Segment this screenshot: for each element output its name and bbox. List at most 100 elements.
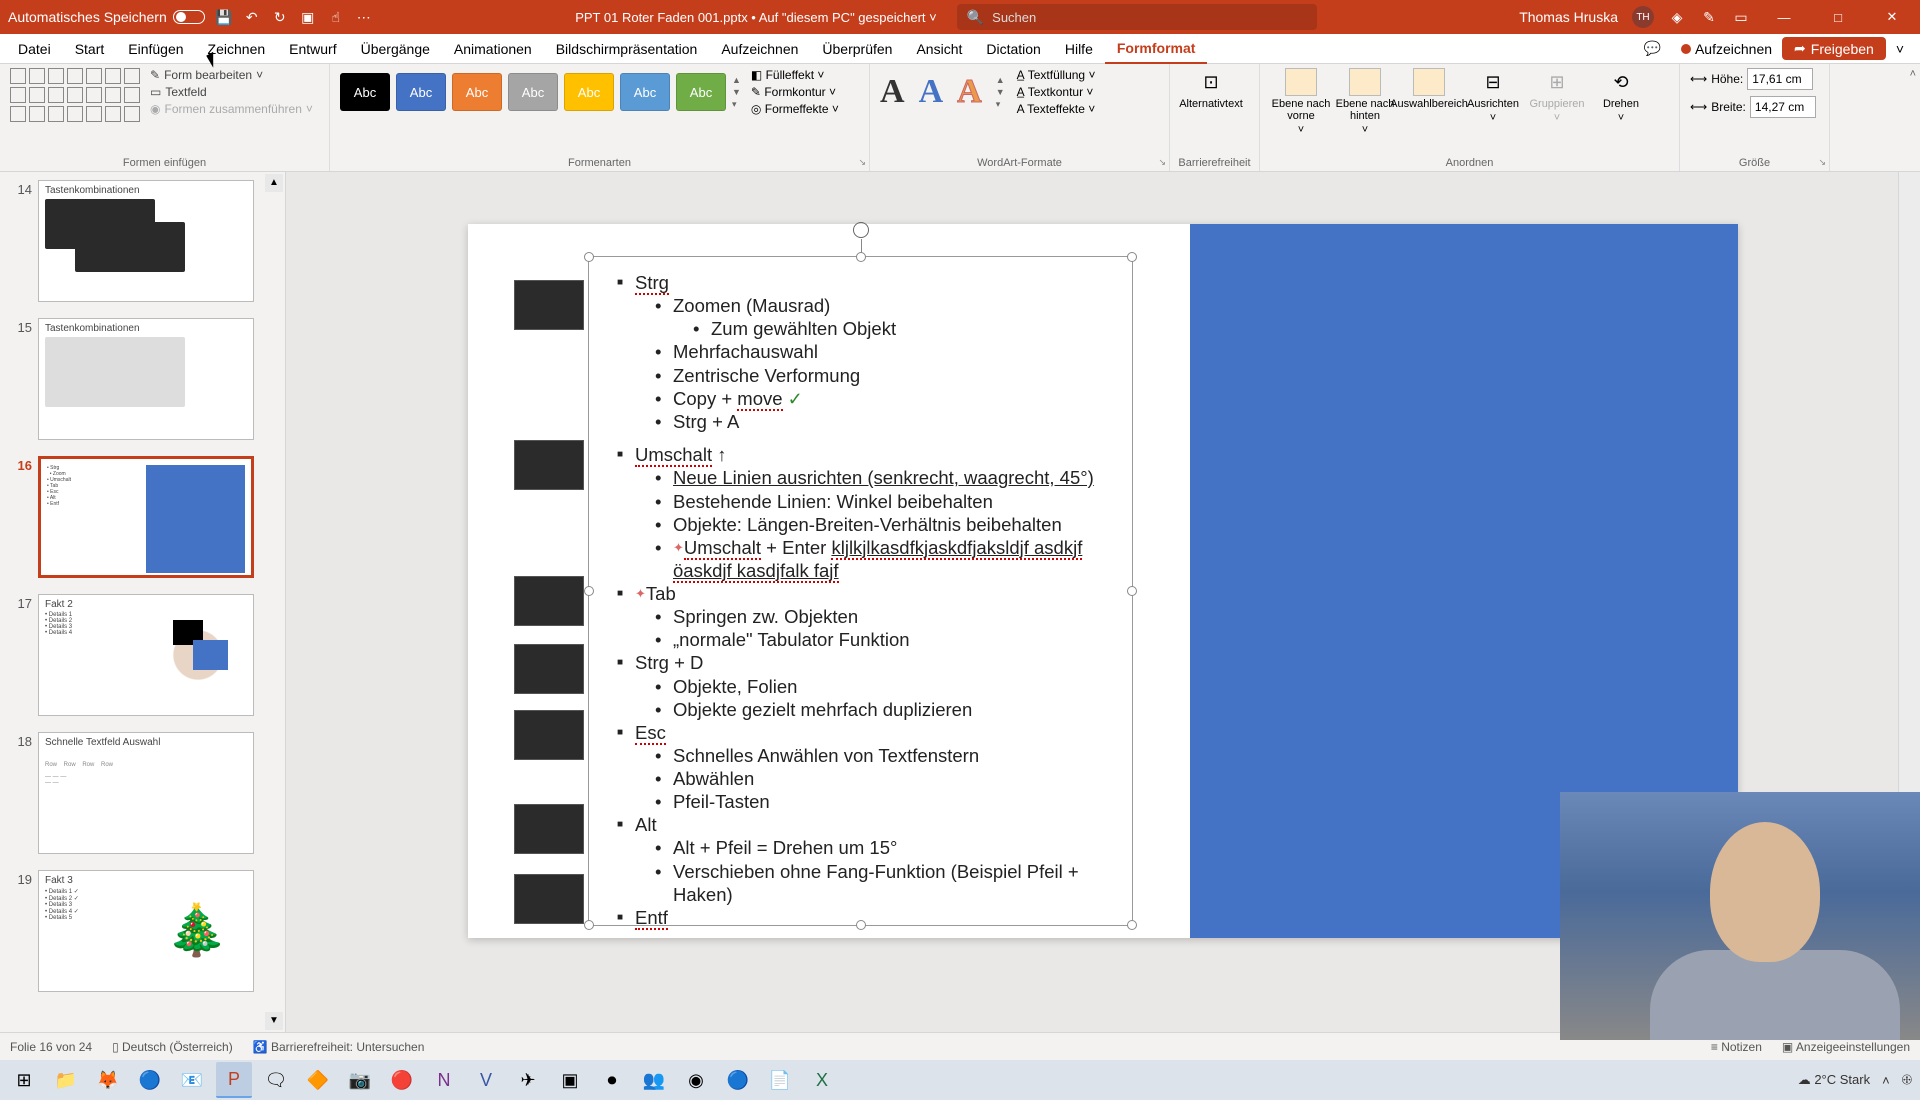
thumbnail-slide-18[interactable]: 18Schnelle Textfeld AuswahlRow Row Row R… [0,728,285,866]
resize-handle[interactable] [1127,920,1137,930]
rotate-button[interactable]: ⟲Drehen˅ [1590,68,1652,136]
tab-ansicht[interactable]: Ansicht [904,34,974,64]
resize-handle[interactable] [584,586,594,596]
touch-icon[interactable]: ☝︎ [327,8,345,26]
autosave-toggle[interactable]: Automatisches Speichern [8,9,205,25]
scroll-up-icon[interactable]: ▲ [265,174,283,192]
display-settings-button[interactable]: ▣ Anzeigeeinstellungen [1782,1040,1910,1054]
maximize-button[interactable]: □ [1818,0,1858,34]
onenote-icon[interactable]: N [426,1062,462,1098]
obs-icon[interactable]: ⏺ [594,1062,630,1098]
thumbnail-slide-16[interactable]: 16• Strg • Zoom• Umschalt• Tab• Esc• Alt… [0,452,285,590]
style-yellow[interactable]: Abc [564,73,614,111]
weather-widget[interactable]: ☁ 2°C Stark [1798,1072,1870,1088]
app-icon[interactable]: 📄 [762,1062,798,1098]
comments-icon[interactable]: 💬 [1634,36,1671,62]
style-orange[interactable]: Abc [452,73,502,111]
notes-button[interactable]: ≡ Notizen [1711,1040,1762,1054]
style-lightblue[interactable]: Abc [620,73,670,111]
app-icon[interactable]: 📷 [342,1062,378,1098]
scroll-down-icon[interactable]: ▼ [265,1012,283,1030]
key-image-shift[interactable] [514,440,584,490]
redo-icon[interactable]: ↻ [271,8,289,26]
expand-icon[interactable]: ↘ [1158,157,1166,168]
telegram-icon[interactable]: ✈ [510,1062,546,1098]
expand-icon[interactable]: ↘ [858,157,866,168]
user-name[interactable]: Thomas Hruska [1519,9,1618,25]
send-backward-button[interactable]: Ebene nach hinten˅ [1334,68,1396,136]
wordart-gallery[interactable]: A A A ▲▼▾ [880,73,1005,111]
thumbnail-slide-17[interactable]: 17Fakt 2• Details 1• Details 2• Details … [0,590,285,728]
resize-handle[interactable] [1127,252,1137,262]
gallery-scroll[interactable]: ▲▼▾ [732,75,741,110]
shape-styles-gallery[interactable]: Abc Abc Abc Abc Abc Abc Abc ▲▼▾ [340,73,741,111]
key-image-keys[interactable] [514,644,584,694]
tab-dictation[interactable]: Dictation [974,34,1052,64]
expand-icon[interactable]: ↘ [1818,157,1826,168]
outlook-icon[interactable]: 📧 [174,1062,210,1098]
text-effects-button[interactable]: A Texteffekte ˅ [1017,102,1096,116]
text-fill-button[interactable]: A̲ Textfüllung ˅ [1017,68,1096,82]
app-icon[interactable]: 🔴 [384,1062,420,1098]
key-image-ctrl[interactable] [514,280,584,330]
system-tray[interactable]: ☁ 2°C Stark ˄ 🕀 [1798,1072,1912,1088]
edit-shape-button[interactable]: ✎ Form bearbeiten ˅ [150,68,313,82]
resize-handle[interactable] [584,920,594,930]
share-button[interactable]: ➦Freigeben [1782,37,1886,60]
powerpoint-icon[interactable]: P [216,1062,252,1098]
tab-datei[interactable]: Datei [6,34,63,64]
textbox-button[interactable]: ▭ Textfeld [150,85,313,99]
share-dropdown[interactable]: ˅ [1886,36,1914,62]
explorer-icon[interactable]: 📁 [48,1062,84,1098]
tab-uebergaenge[interactable]: Übergänge [349,34,442,64]
app-icon[interactable]: ◉ [678,1062,714,1098]
tray-icon[interactable]: 🕀 [1902,1072,1912,1088]
diamond-icon[interactable]: ◈ [1668,8,1686,26]
style-gray[interactable]: Abc [508,73,558,111]
app-icon[interactable]: 🔵 [720,1062,756,1098]
collapse-ribbon-icon[interactable]: ˄ [1910,68,1916,80]
textbox-content[interactable]: Strg Zoomen (Mausrad) Zum gewählten Obje… [589,257,1132,943]
key-image-alt[interactable] [514,804,584,854]
ribbon-options-icon[interactable]: ▭ [1732,8,1750,26]
style-black[interactable]: Abc [340,73,390,111]
close-button[interactable]: ✕ [1872,0,1912,34]
thumbnail-slide-15[interactable]: 15Tastenkombinationen [0,314,285,452]
fill-effect-button[interactable]: ◧ Fülleffekt ˅ [751,68,839,82]
rotate-handle[interactable] [853,222,869,238]
visio-icon[interactable]: V [468,1062,504,1098]
text-outline-button[interactable]: A̲ Textkontur ˅ [1017,85,1096,99]
tray-chevron-icon[interactable]: ˄ [1882,1073,1890,1088]
firefox-icon[interactable]: 🦊 [90,1062,126,1098]
selected-textbox[interactable]: Strg Zoomen (Mausrad) Zum gewählten Obje… [588,256,1133,926]
app-icon[interactable]: 👥 [636,1062,672,1098]
tab-start[interactable]: Start [63,34,117,64]
shapes-gallery[interactable] [10,68,140,122]
resize-handle[interactable] [1127,586,1137,596]
app-icon[interactable]: 🗨 [258,1062,294,1098]
save-icon[interactable]: 💾 [215,8,233,26]
key-image-esc[interactable] [514,710,584,760]
app-icon[interactable]: ▣ [552,1062,588,1098]
style-blue[interactable]: Abc [396,73,446,111]
width-input[interactable] [1750,96,1816,118]
pen-icon[interactable]: ✎ [1700,8,1718,26]
selection-pane-button[interactable]: Auswahlbereich [1398,68,1460,136]
tab-einfuegen[interactable]: Einfügen [116,34,195,64]
style-green[interactable]: Abc [676,73,726,111]
undo-icon[interactable]: ↶ [243,8,261,26]
height-input[interactable] [1747,68,1813,90]
minimize-button[interactable]: — [1764,0,1804,34]
accessibility-button[interactable]: ♿ Barrierefreiheit: Untersuchen [253,1040,425,1054]
shape-outline-button[interactable]: ✎ Formkontur ˅ [751,85,839,99]
resize-handle[interactable] [584,252,594,262]
tab-animationen[interactable]: Animationen [442,34,544,64]
search-input[interactable] [992,10,1307,25]
thumbnail-slide-19[interactable]: 19Fakt 3• Details 1 ✓• Details 2 ✓• Deta… [0,866,285,1004]
qat-more-icon[interactable]: ⋯ [355,8,373,26]
chrome-icon[interactable]: 🔵 [132,1062,168,1098]
alt-text-button[interactable]: ⊡ Alternativtext [1180,68,1242,110]
bring-forward-button[interactable]: Ebene nach vorne˅ [1270,68,1332,136]
shape-effects-button[interactable]: ◎ Formeffekte ˅ [751,102,839,116]
record-button[interactable]: Aufzeichnen [1671,36,1782,62]
